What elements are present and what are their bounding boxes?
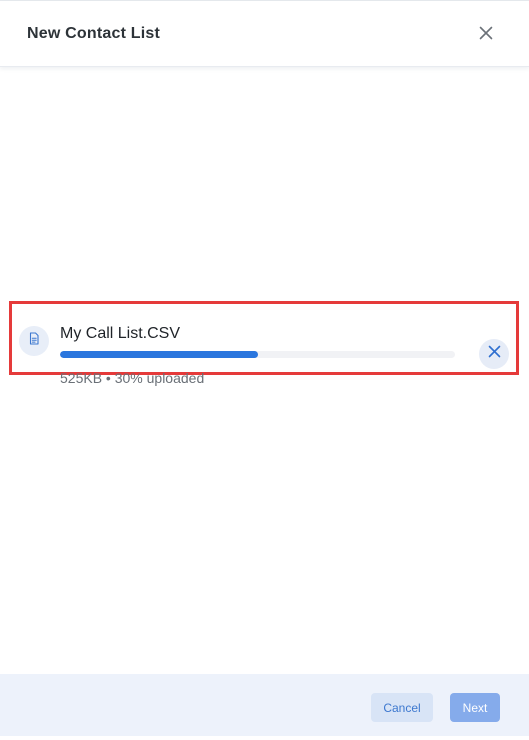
new-contact-list-dialog: New Contact List My Call List.CSV 525KB …: [0, 0, 529, 740]
dialog-header: New Contact List: [0, 1, 529, 67]
close-icon: [479, 26, 493, 45]
highlighted-upload-region: My Call List.CSV 525KB • 30% uploaded: [9, 301, 519, 386]
upload-progress-bar: [60, 351, 455, 358]
dialog-footer: Cancel Next: [0, 674, 529, 736]
upload-progress-fill: [60, 351, 258, 358]
file-upload-item: My Call List.CSV 525KB • 30% uploaded: [12, 304, 516, 386]
remove-file-button[interactable]: [479, 339, 509, 369]
file-upload-status: 525KB • 30% uploaded: [60, 370, 205, 386]
close-icon: [488, 345, 501, 363]
bottom-spacer: [0, 736, 529, 740]
file-name: My Call List.CSV: [60, 325, 181, 342]
file-icon-badge: [19, 326, 49, 356]
next-button[interactable]: Next: [450, 693, 500, 722]
cancel-button[interactable]: Cancel: [371, 693, 433, 722]
dialog-title: New Contact List: [27, 25, 160, 42]
document-icon: [28, 332, 40, 350]
close-dialog-button[interactable]: [474, 23, 498, 47]
